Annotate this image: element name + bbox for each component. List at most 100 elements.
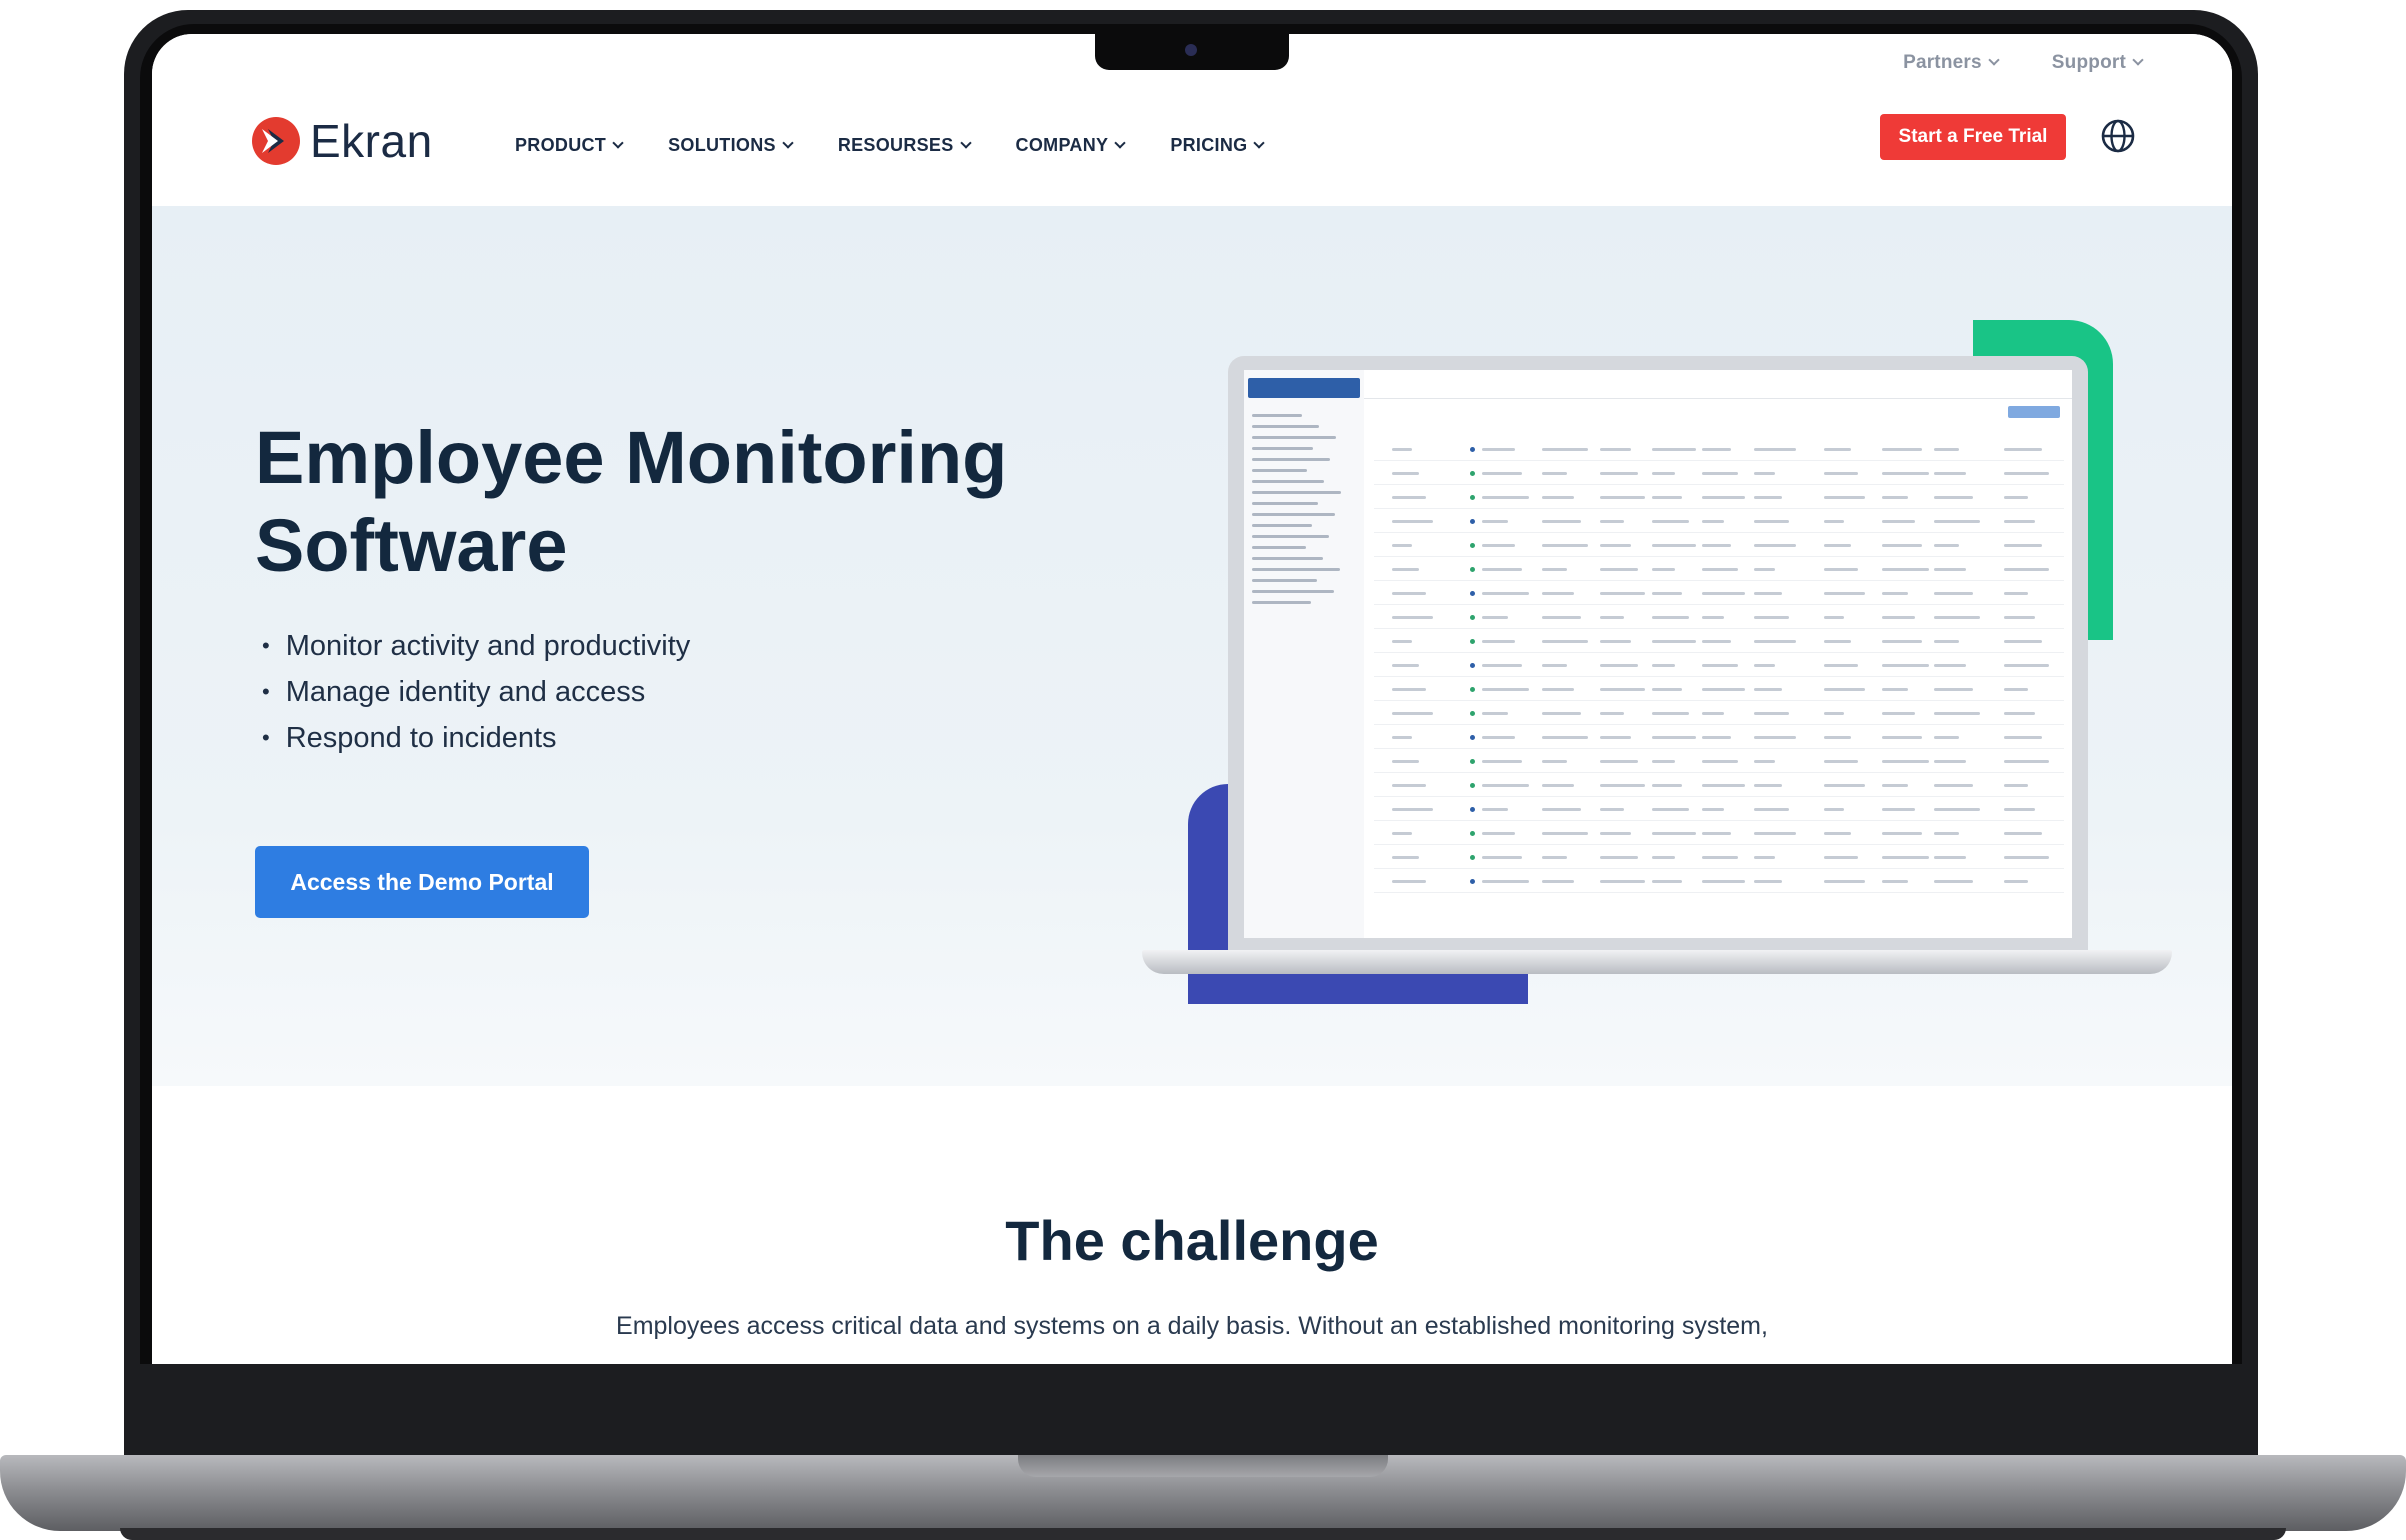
mock-table-cell — [1652, 496, 1682, 499]
mock-table-cell — [1702, 640, 1731, 643]
mock-table-cell — [1542, 688, 1574, 691]
mock-status-dot — [1470, 807, 1475, 812]
nav-resources[interactable]: RESOURSES — [838, 135, 972, 156]
mock-table-row — [1374, 676, 2064, 677]
mock-table-cell — [1652, 568, 1675, 571]
mock-table-cell — [1600, 448, 1631, 451]
mock-table-cell — [1652, 472, 1675, 475]
mock-sidebar-line — [1252, 491, 1341, 494]
mock-sidebar-line — [1252, 601, 1311, 604]
nav-pricing[interactable]: PRICING — [1170, 135, 1266, 156]
bullet-item: Monitor activity and productivity — [262, 624, 691, 670]
mock-table-cell — [1702, 664, 1738, 667]
mock-table-cell — [1600, 880, 1645, 883]
mock-table-cell — [1392, 472, 1419, 475]
hero-title: Employee Monitoring Software — [255, 416, 1008, 587]
globe-icon[interactable] — [2100, 118, 2136, 159]
mock-table-cell — [1824, 856, 1858, 859]
bullet-item: Respond to incidents — [262, 716, 690, 762]
mock-table-cell — [1482, 448, 1515, 451]
mock-table-cell — [1482, 520, 1508, 523]
support-link[interactable]: Support — [2052, 52, 2144, 74]
mock-table-cell — [1542, 856, 1567, 859]
mock-table-cell — [2004, 688, 2028, 691]
mock-table-cell — [1934, 448, 1959, 451]
mock-status-dot — [1470, 615, 1475, 620]
mock-table-cell — [1702, 616, 1724, 619]
mock-sidebar-line — [1252, 568, 1340, 571]
base-groove — [1018, 1455, 1388, 1477]
mock-table-cell — [2004, 448, 2042, 451]
mock-table-cell — [1882, 568, 1929, 571]
chevron-down-icon — [1114, 137, 1126, 149]
mock-table-cell — [1754, 880, 1782, 883]
mock-table-cell — [1754, 496, 1782, 499]
ekran-logo[interactable]: Ekran — [252, 114, 433, 168]
mock-table-cell — [1600, 856, 1638, 859]
mock-table-cell — [1542, 520, 1581, 523]
mock-status-dot — [1470, 471, 1475, 476]
mock-status-dot — [1470, 591, 1475, 596]
mock-table-row — [1374, 772, 2064, 773]
mock-table-cell — [1392, 712, 1433, 715]
mock-table-row — [1374, 556, 2064, 557]
mock-table-cell — [1754, 616, 1789, 619]
mock-table-cell — [1934, 496, 1973, 499]
start-free-trial-button[interactable]: Start a Free Trial — [1880, 114, 2066, 160]
mock-table-cell — [1542, 832, 1588, 835]
mock-table-cell — [1882, 544, 1922, 547]
mock-table-cell — [1652, 832, 1696, 835]
mock-table-cell — [1882, 856, 1929, 859]
mock-table-cell — [1652, 736, 1696, 739]
main-nav: PRODUCT SOLUTIONS RESOURSES COMPANY PRIC… — [515, 135, 1266, 156]
hero-bullets: Monitor activity and productivity Manage… — [262, 624, 691, 762]
mock-status-dot — [1470, 831, 1475, 836]
mock-table-cell — [1934, 760, 1966, 763]
mock-table-cell — [1542, 808, 1581, 811]
mock-sidebar-line — [1252, 425, 1319, 428]
mock-table-cell — [1392, 808, 1433, 811]
mock-table-cell — [1392, 784, 1426, 787]
mock-table-cell — [2004, 712, 2035, 715]
mock-table-cell — [1542, 736, 1588, 739]
mock-table-cell — [1934, 712, 1980, 715]
nav-company[interactable]: COMPANY — [1016, 135, 1126, 156]
mock-table-cell — [1652, 520, 1689, 523]
mock-sidebar-line — [1252, 502, 1318, 505]
mock-table-cell — [1934, 808, 1980, 811]
mock-sidebar-line — [1252, 469, 1307, 472]
mock-table-cell — [1882, 448, 1922, 451]
mock-table-cell — [1600, 592, 1645, 595]
mock-sidebar-line — [1252, 414, 1302, 417]
mock-table-row — [1374, 580, 2064, 581]
mock-table-cell — [2004, 640, 2042, 643]
mock-table-cell — [2004, 616, 2035, 619]
mock-table-cell — [1754, 568, 1775, 571]
mock-table-cell — [1754, 448, 1796, 451]
mock-table-cell — [1754, 832, 1796, 835]
mock-table-cell — [1824, 688, 1865, 691]
mock-table-cell — [1600, 640, 1631, 643]
bullet-item: Manage identity and access — [262, 670, 690, 716]
mock-table-cell — [1392, 568, 1419, 571]
mock-table-cell — [1754, 688, 1782, 691]
mock-table-cell — [1600, 712, 1624, 715]
mock-table-cell — [1482, 760, 1522, 763]
mock-table-row — [1374, 724, 2064, 725]
access-demo-portal-button[interactable]: Access the Demo Portal — [255, 846, 589, 918]
chevron-down-icon — [782, 137, 794, 149]
mock-table-cell — [2004, 784, 2028, 787]
mock-sidebar — [1244, 370, 1364, 938]
bezel-bottom — [124, 1364, 2258, 1456]
mock-table-cell — [1482, 544, 1515, 547]
mock-sidebar-line — [1252, 546, 1306, 549]
nav-solutions[interactable]: SOLUTIONS — [668, 135, 794, 156]
partners-link[interactable]: Partners — [1903, 52, 2000, 74]
mock-table-cell — [1754, 520, 1789, 523]
mock-table-cell — [1542, 712, 1581, 715]
mock-table-cell — [1754, 784, 1782, 787]
nav-product[interactable]: PRODUCT — [515, 135, 624, 156]
mock-table-cell — [1754, 736, 1796, 739]
mock-table-cell — [1934, 784, 1973, 787]
hero-section: Employee Monitoring Software Monitor act… — [152, 206, 2232, 1086]
